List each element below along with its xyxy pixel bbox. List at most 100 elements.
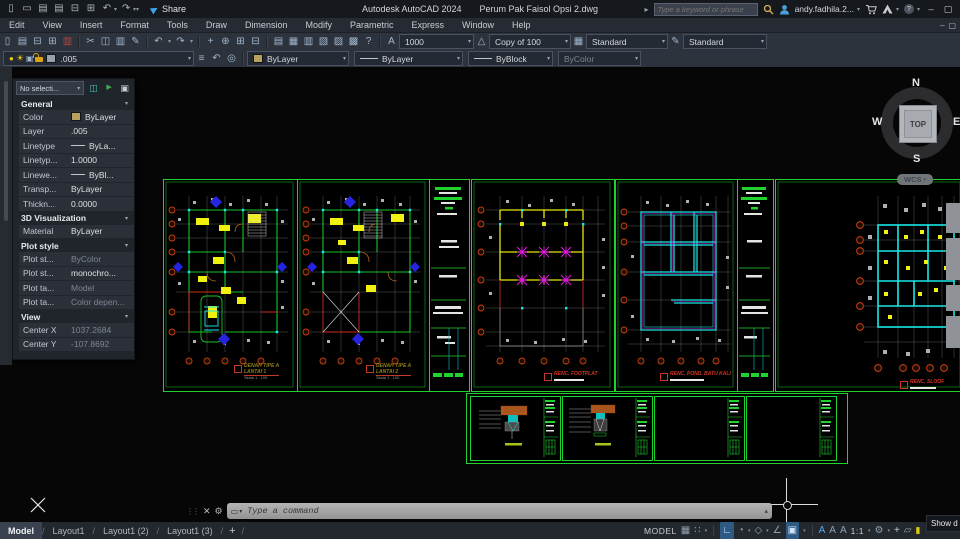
scale-list-combo[interactable]: Copy of 100 ▾ xyxy=(489,34,571,49)
annotation-scale-value[interactable]: 1:1 xyxy=(851,526,864,536)
prop-row-color[interactable]: Color ByLayer xyxy=(19,110,134,125)
menu-tools[interactable]: Tools xyxy=(158,18,197,32)
object-snap-tracking-icon[interactable]: ∠ xyxy=(773,522,782,539)
mleader-style-icon[interactable]: ✎ xyxy=(668,33,683,50)
dim-style-icon[interactable]: △ xyxy=(474,33,489,50)
menu-help[interactable]: Help xyxy=(503,18,540,32)
search-input[interactable] xyxy=(653,2,758,16)
viewcube-south[interactable]: S xyxy=(913,153,920,165)
quickcalc-icon[interactable]: ▩ xyxy=(346,33,361,50)
ortho-icon[interactable]: ∟ xyxy=(720,522,734,539)
command-line[interactable]: ⋮⋮ ✕ ⚙ ▭ ▾ Type a command ▴ xyxy=(186,503,772,519)
properties-icon[interactable]: ▤ xyxy=(271,33,286,50)
prop-row-plot-table-type[interactable]: Plot ta... Color depen... xyxy=(19,295,134,310)
sheet-set-icon[interactable]: ▧ xyxy=(316,33,331,50)
prop-row-plot-table-attached[interactable]: Plot ta... Model xyxy=(19,281,134,296)
sheet-renc-sloof[interactable]: RENC. SLOOF xyxy=(775,179,960,392)
annotation-monitor-icon[interactable]: + xyxy=(894,522,900,539)
detail-sheet-4[interactable] xyxy=(746,396,837,461)
tab-layout1[interactable]: Layout1 xyxy=(45,522,93,539)
help-icon[interactable]: ? xyxy=(361,33,376,50)
snap-icon[interactable]: ∷ xyxy=(694,522,700,539)
command-recent-dropdown-icon[interactable]: ▾ xyxy=(239,508,242,515)
tab-layout1-2[interactable]: Layout1 (2) xyxy=(95,522,157,539)
section-plot-style[interactable]: Plot style ▾ xyxy=(13,239,134,252)
sheet-renc-pondasi[interactable]: RENC. POND. BATU KALI xyxy=(615,179,738,392)
command-customize-icon[interactable]: ⚙ xyxy=(215,506,223,517)
redo-icon[interactable]: ↷ xyxy=(119,0,133,18)
annotation-visibility-icon[interactable]: A xyxy=(819,522,826,539)
section-3d-visualization[interactable]: 3D Visualization ▾ xyxy=(13,212,134,225)
quick-select-icon[interactable]: ▣ xyxy=(118,82,131,94)
redo-icon[interactable]: ↷ xyxy=(173,33,188,50)
viewcube-top-face[interactable]: TOP xyxy=(899,105,937,143)
workspace-dropdown-icon[interactable]: ▾ xyxy=(887,528,890,534)
menu-format[interactable]: Format xyxy=(111,18,158,32)
linetype-combo[interactable]: ByLayer ▾ xyxy=(354,51,463,66)
share-icon[interactable]: ▶ xyxy=(149,3,160,16)
tab-model[interactable]: Model xyxy=(0,522,42,539)
menu-parametric[interactable]: Parametric xyxy=(341,18,403,32)
qat-customize-icon[interactable]: ▾ xyxy=(136,6,139,13)
undo-icon[interactable]: ↶ xyxy=(151,33,166,50)
layer-previous-icon[interactable]: ↶ xyxy=(209,50,224,67)
prop-row-thickness[interactable]: Thickn... 0.0000 xyxy=(19,197,134,212)
viewcube-west[interactable]: W xyxy=(872,116,882,128)
zoom-window-icon[interactable]: ⊞ xyxy=(233,33,248,50)
minimize-button[interactable]: – xyxy=(925,4,937,14)
sheet-renc-footplat[interactable]: RENC. FOOTPLAT xyxy=(471,179,615,392)
detail-sheet-group[interactable] xyxy=(466,393,848,464)
prop-row-plot-style[interactable]: Plot st... ByColor xyxy=(19,252,134,267)
command-history-icon[interactable]: ▴ xyxy=(764,507,768,515)
layer-properties-icon[interactable]: ≡ xyxy=(194,50,209,67)
viewcube[interactable]: N W E S TOP xyxy=(872,77,960,167)
prop-row-linetype[interactable]: Linetype ByLa... xyxy=(19,139,134,154)
text-style-icon[interactable]: A xyxy=(384,33,399,50)
prop-row-transparency[interactable]: Transp... ByLayer xyxy=(19,182,134,197)
object-snap-icon[interactable]: ▣ xyxy=(785,522,800,539)
table-style-combo[interactable]: Standard ▾ xyxy=(586,34,668,49)
plot-style-combo[interactable]: ByColor ▾ xyxy=(558,51,641,66)
snap-dropdown-icon[interactable]: ▾ xyxy=(705,528,708,534)
prop-row-center-x[interactable]: Center X 1037.2684 xyxy=(19,323,134,338)
menu-dimension[interactable]: Dimension xyxy=(236,18,297,32)
print-icon[interactable]: ⊞ xyxy=(84,0,98,18)
viewcube-east[interactable]: E xyxy=(953,116,960,128)
title-block-strip[interactable] xyxy=(737,179,774,392)
auto-scale-icon[interactable]: A xyxy=(829,522,836,539)
section-general[interactable]: General ▾ xyxy=(13,97,134,110)
menu-window[interactable]: Window xyxy=(453,18,503,32)
pan-icon[interactable]: + xyxy=(203,33,218,50)
wcs-selector[interactable]: WCS ▾ xyxy=(897,174,933,185)
copy-icon[interactable]: ◫ xyxy=(98,33,113,50)
paste-icon[interactable]: ▥ xyxy=(113,33,128,50)
layer-states-icon[interactable]: ◎ xyxy=(224,50,239,67)
dim-scale-combo[interactable]: 1000 ▾ xyxy=(399,34,474,49)
palette-scrollbar[interactable] xyxy=(4,81,8,221)
iso-dropdown-icon[interactable]: ▾ xyxy=(766,528,769,534)
menu-insert[interactable]: Insert xyxy=(71,18,112,32)
tab-layout1-3[interactable]: Layout1 (3) xyxy=(159,522,221,539)
polar-dropdown-icon[interactable]: ▾ xyxy=(748,528,751,534)
zoom-previous-icon[interactable]: ⊟ xyxy=(248,33,263,50)
save-as-icon[interactable]: ▤ xyxy=(52,0,66,18)
viewcube-north[interactable]: N xyxy=(912,77,920,89)
new-icon[interactable]: ▯ xyxy=(0,33,15,50)
prop-row-material[interactable]: Material ByLayer xyxy=(19,224,134,239)
prop-row-linetype-scale[interactable]: Linetyp... 1.0000 xyxy=(19,153,134,168)
user-icon[interactable] xyxy=(779,4,790,15)
drawing-canvas[interactable]: No selecti... ▾ ◫ ▶ ▣ General ▾ Color ByLa… xyxy=(0,67,960,522)
color-combo[interactable]: ByLayer ▾ xyxy=(247,51,349,66)
save-icon[interactable]: ▤ xyxy=(36,0,50,18)
menu-express[interactable]: Express xyxy=(403,18,454,32)
workspace-gear-icon[interactable]: ⚙ xyxy=(874,522,883,539)
infocenter-expand-icon[interactable]: ▸ xyxy=(645,5,649,14)
scale-dropdown-icon[interactable]: ▾ xyxy=(868,528,871,534)
tool-palettes-icon[interactable]: ▥ xyxy=(301,33,316,50)
cut-icon[interactable]: ✂ xyxy=(83,33,98,50)
cart-icon[interactable] xyxy=(865,4,877,15)
menu-modify[interactable]: Modify xyxy=(296,18,341,32)
detail-sheet-3[interactable] xyxy=(654,396,745,461)
doc-restore-button[interactable]: ▢ xyxy=(948,21,956,30)
prop-row-center-y[interactable]: Center Y -107.8692 xyxy=(19,337,134,352)
